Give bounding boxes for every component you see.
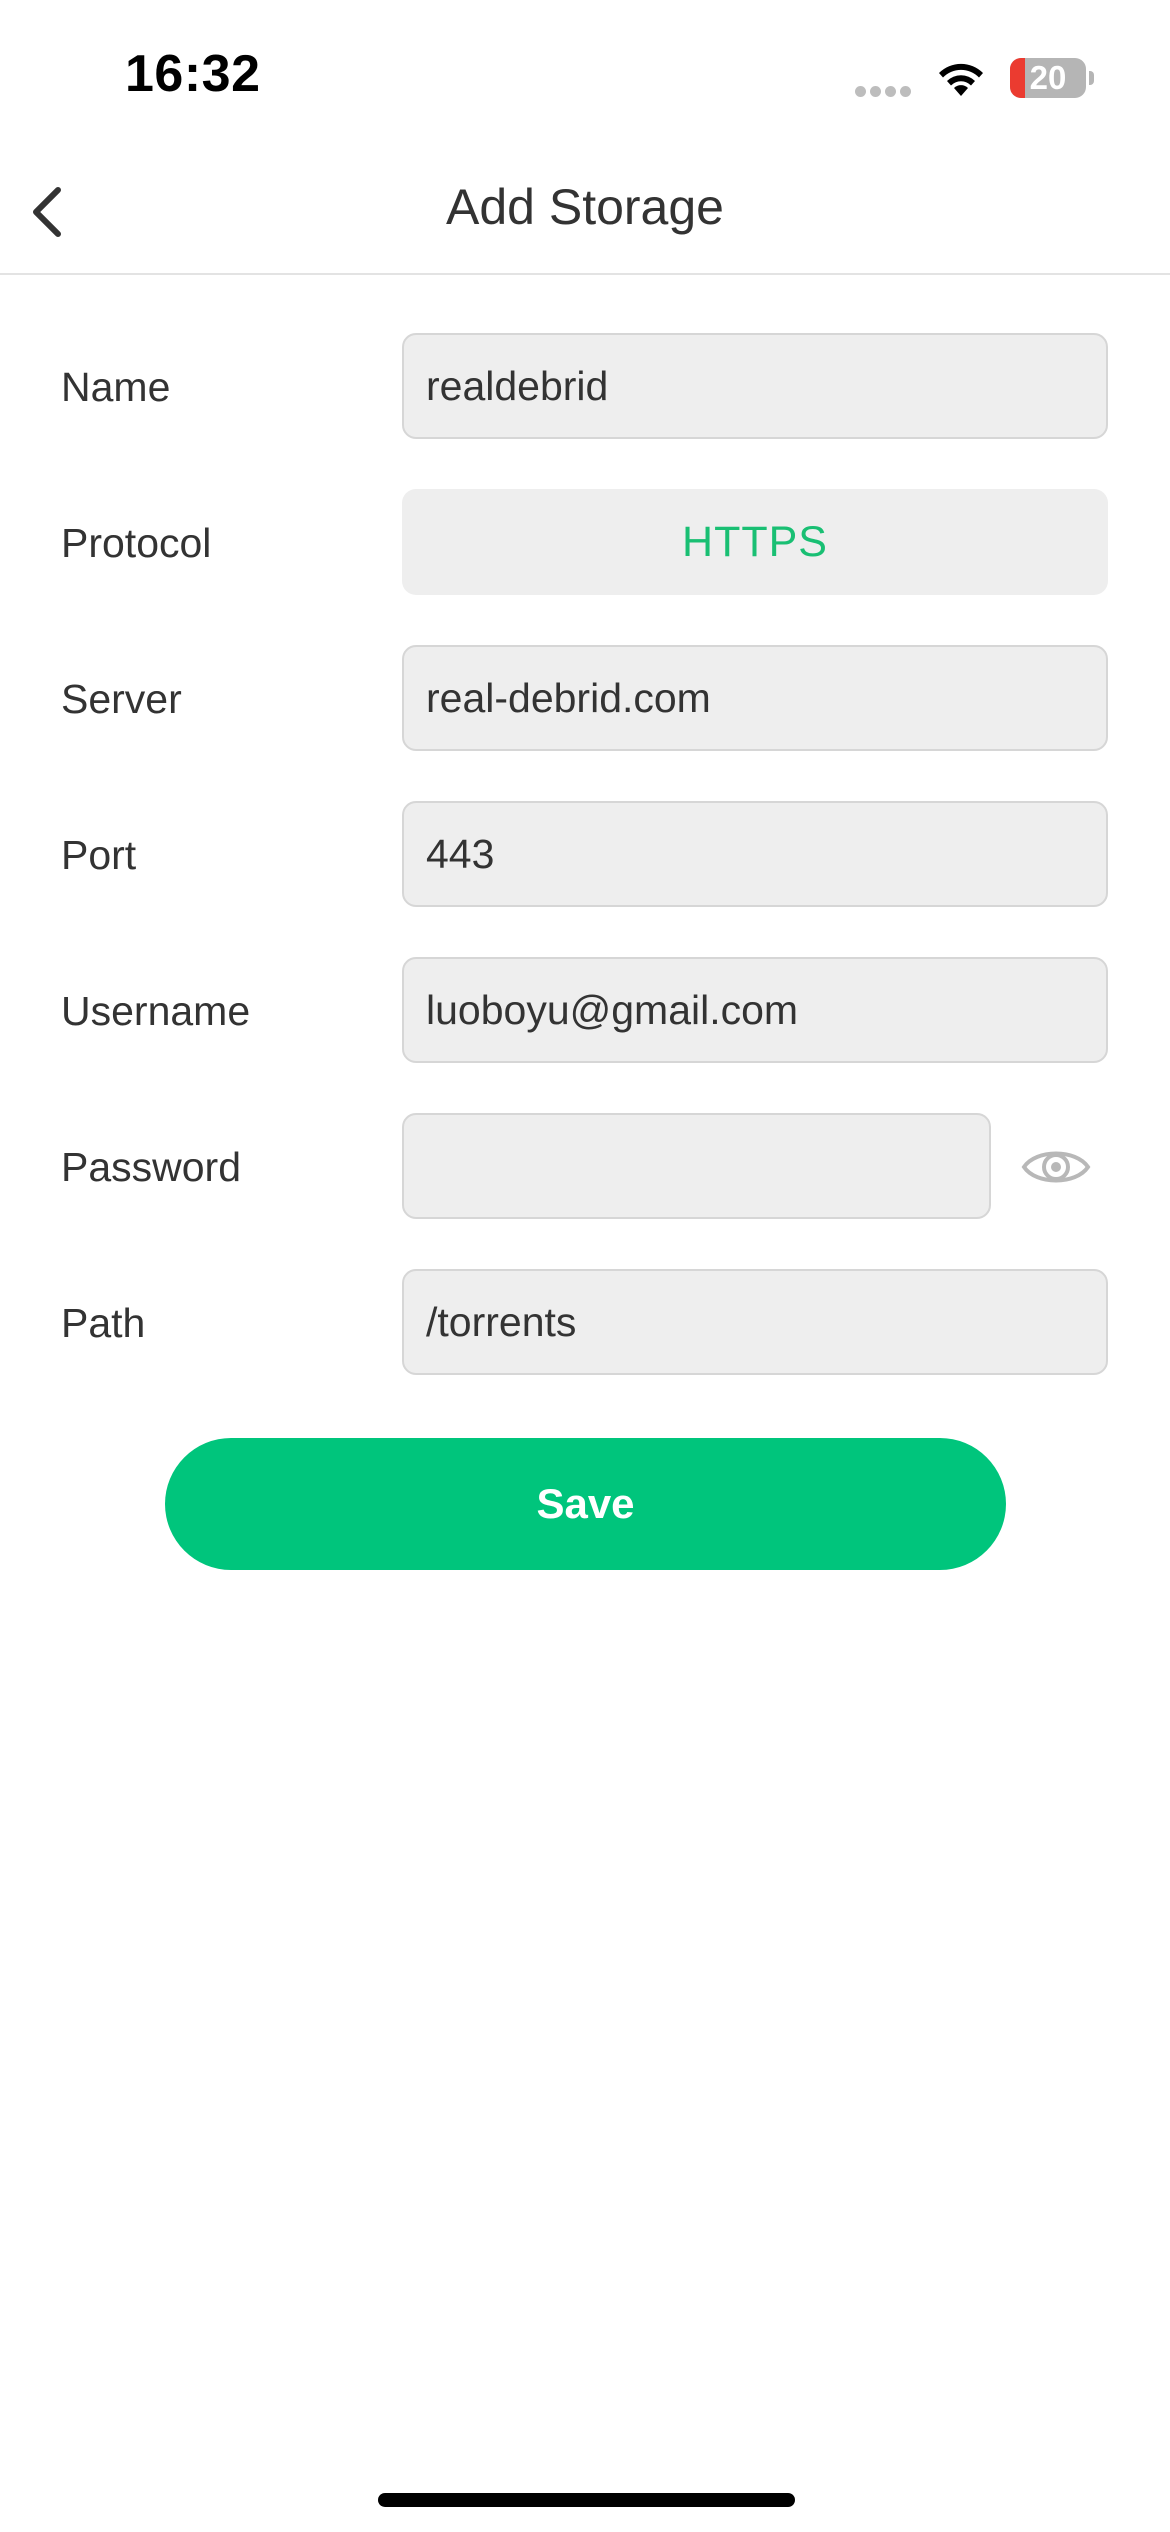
username-label: Username xyxy=(61,988,251,1034)
name-input[interactable] xyxy=(404,335,1106,437)
navigation-bar: Add Storage xyxy=(0,150,1170,275)
home-indicator[interactable] xyxy=(378,2493,795,2507)
name-row: Name xyxy=(0,333,1170,441)
protocol-selector[interactable]: HTTPS xyxy=(402,489,1108,595)
name-field-box xyxy=(402,333,1108,439)
save-button[interactable]: Save xyxy=(165,1438,1006,1570)
username-field-box xyxy=(402,957,1108,1063)
path-label: Path xyxy=(61,1300,146,1346)
port-label: Port xyxy=(61,832,137,878)
protocol-row: Protocol HTTPS xyxy=(0,489,1170,597)
path-row: Path xyxy=(0,1269,1170,1377)
username-input[interactable] xyxy=(404,959,1106,1061)
server-input[interactable] xyxy=(404,647,1106,749)
password-field-box xyxy=(402,1113,991,1219)
wifi-icon xyxy=(939,63,983,96)
server-row: Server xyxy=(0,645,1170,753)
status-time: 16:32 xyxy=(125,45,261,103)
path-field-box xyxy=(402,1269,1108,1375)
battery-cap xyxy=(1089,71,1094,85)
battery-percentage: 20 xyxy=(1029,59,1067,96)
protocol-label: Protocol xyxy=(61,520,212,566)
name-label: Name xyxy=(61,364,171,410)
password-input[interactable] xyxy=(404,1115,989,1217)
username-row: Username xyxy=(0,957,1170,1065)
password-row: Password xyxy=(0,1113,1170,1221)
path-input[interactable] xyxy=(404,1271,1106,1373)
password-label: Password xyxy=(61,1144,242,1190)
port-input[interactable] xyxy=(404,803,1106,905)
page-title: Add Storage xyxy=(446,179,724,235)
status-bar: 16:32 20 xyxy=(0,0,1170,150)
battery-icon: 20 xyxy=(1010,58,1086,98)
cellular-signal-icon xyxy=(855,84,917,97)
port-field-box xyxy=(402,801,1108,907)
port-row: Port xyxy=(0,801,1170,909)
eye-icon[interactable] xyxy=(1020,1143,1092,1191)
server-field-box xyxy=(402,645,1108,751)
server-label: Server xyxy=(61,676,182,722)
